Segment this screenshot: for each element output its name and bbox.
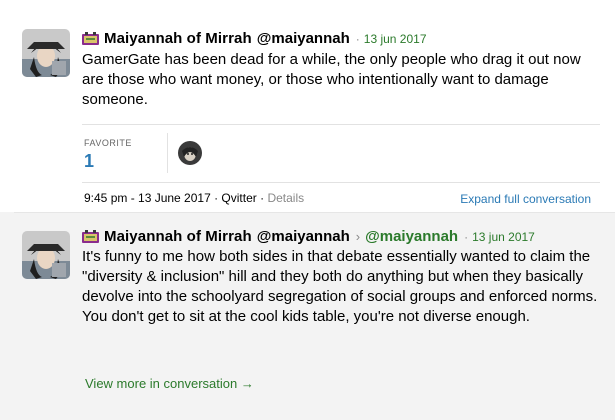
post-text: GamerGate has been dead for a while, the… bbox=[82, 51, 581, 108]
qvitter-badge-icon bbox=[82, 32, 99, 45]
divider bbox=[82, 124, 600, 125]
divider bbox=[82, 182, 600, 183]
post-header: Maiyannah of Mirrah @maiyannah · 13 jun … bbox=[82, 30, 427, 47]
favorite-label: FAVORITE bbox=[84, 138, 132, 148]
separator-dot: · bbox=[355, 31, 360, 46]
author-avatar[interactable] bbox=[22, 231, 70, 279]
separator-dot: · bbox=[464, 229, 469, 244]
details-link[interactable]: Details bbox=[267, 191, 304, 205]
post-date[interactable]: 13 jun 2017 bbox=[472, 230, 535, 244]
notice-post: Maiyannah of Mirrah @maiyannah · 13 jun … bbox=[0, 0, 615, 212]
view-more-in-conversation-link[interactable]: View more in conversation → bbox=[85, 376, 254, 391]
post-border bbox=[14, 212, 615, 213]
author-handle[interactable]: @maiyannah bbox=[257, 30, 350, 47]
author-name[interactable]: Maiyannah of Mirrah bbox=[104, 228, 252, 245]
favorite-separator bbox=[167, 133, 168, 173]
reply-arrow-icon: › bbox=[355, 229, 361, 244]
qvitter-badge-icon bbox=[82, 230, 99, 243]
author-name[interactable]: Maiyannah of Mirrah bbox=[104, 30, 252, 47]
expand-conversation-link[interactable]: Expand full conversation bbox=[460, 192, 591, 206]
post-header: Maiyannah of Mirrah @maiyannah › @maiyan… bbox=[82, 228, 535, 245]
post-text: It's funny to me how both sides in that … bbox=[82, 248, 598, 325]
post-meta: 9:45 pm - 13 June 2017 · Qvitter · Detai… bbox=[84, 191, 304, 205]
post-timestamp[interactable]: 9:45 pm - 13 June 2017 · Qvitter · bbox=[84, 191, 264, 205]
author-avatar[interactable] bbox=[22, 29, 70, 77]
favorite-count[interactable]: 1 bbox=[84, 151, 94, 172]
author-handle[interactable]: @maiyannah bbox=[257, 228, 350, 245]
reply-to-handle[interactable]: @maiyannah bbox=[365, 228, 458, 245]
reply-post: Maiyannah of Mirrah @maiyannah › @maiyan… bbox=[0, 212, 615, 420]
post-date[interactable]: 13 jun 2017 bbox=[364, 32, 427, 46]
favoriter-avatar[interactable] bbox=[178, 141, 202, 165]
